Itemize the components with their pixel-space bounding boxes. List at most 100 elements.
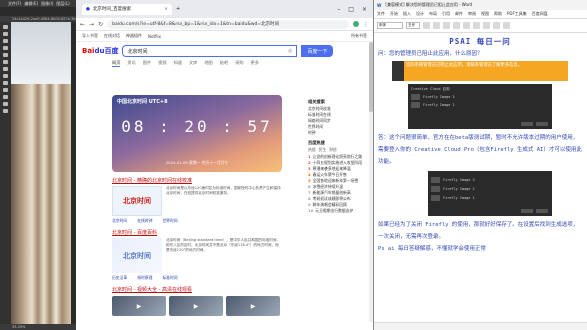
- zoom-tool-icon[interactable]: [3, 109, 8, 113]
- result-thumbnail[interactable]: 北京时间: [112, 186, 162, 216]
- baidu-logo[interactable]: Baidu百度: [82, 46, 118, 56]
- tab-purchase[interactable]: 采购: [235, 60, 243, 67]
- bookmark-item[interactable]: 神器插件: [126, 33, 142, 39]
- browser-window: ● 北京时间_百度搜索 × + – □ × ← → ↻ baidu.com/s?…: [76, 0, 373, 330]
- ribbon-tab[interactable]: 引用: [442, 11, 450, 17]
- hot-tab[interactable]: 热搜: [308, 147, 316, 153]
- menu-icon[interactable]: ⋮: [363, 21, 369, 28]
- result-title[interactable]: 北京时间 - 精确的北京时间在线校准: [112, 177, 282, 184]
- tab-images[interactable]: 图片: [143, 60, 151, 67]
- result-sublink[interactable]: 世界时间: [162, 218, 177, 224]
- marquee-tool-icon[interactable]: [3, 32, 8, 36]
- result-title[interactable]: 北京时间 - 视频大全 - 高清在线观看: [112, 286, 282, 293]
- forward-icon[interactable]: →: [89, 21, 94, 28]
- minimize-icon[interactable]: –: [337, 6, 340, 13]
- ribbon-tab[interactable]: 开始: [390, 11, 398, 17]
- ribbon-tab[interactable]: 帮助: [494, 11, 502, 17]
- ribbon-tab[interactable]: 插入: [403, 11, 411, 17]
- indent-icon[interactable]: [493, 22, 500, 29]
- clone-tool-icon[interactable]: [3, 67, 8, 71]
- clock-date: 2024-01-08 星期一 农历十一月廿七: [165, 160, 229, 165]
- underline-icon[interactable]: [443, 22, 450, 29]
- result-sublink[interactable]: 在线时钟: [137, 218, 152, 224]
- ribbon-tab[interactable]: 设计: [416, 11, 424, 17]
- align-left-icon[interactable]: [463, 22, 470, 29]
- gradient-tool-icon[interactable]: [3, 81, 8, 85]
- italic-icon[interactable]: [433, 22, 440, 29]
- document-body[interactable]: PSAI 每日一问 问：您的管理员已阻止此应用，什么原因？ 您的系统管理员已阻止…: [378, 36, 582, 328]
- ps-menu-item[interactable]: 图像(I): [41, 1, 53, 6]
- hot-item[interactable]: 10 元旦假期出行数据出炉: [308, 208, 370, 214]
- dialog-row: Firefly Image 3: [443, 177, 475, 182]
- ps-menu-item[interactable]: 图层(L): [56, 1, 69, 6]
- all-bookmarks[interactable]: 所有书签: [351, 33, 367, 39]
- ribbon-tab[interactable]: 文件: [377, 11, 385, 17]
- hot-tab[interactable]: 财经: [329, 147, 337, 153]
- result-title[interactable]: 北京时间 - 百度百科: [112, 229, 282, 236]
- bookmark-item[interactable]: Netflix: [148, 34, 161, 39]
- tab-tieba[interactable]: 贴吧: [220, 60, 228, 67]
- ribbon-tab[interactable]: 百度网盘: [532, 11, 548, 17]
- video-thumbnail[interactable]: ▶: [169, 296, 223, 316]
- video-thumbnail[interactable]: ▶: [112, 296, 166, 316]
- tab-zhidao[interactable]: 知道: [174, 60, 182, 67]
- bookmark-item[interactable]: 导入书签: [82, 33, 98, 39]
- font-name-select[interactable]: 宋体: [377, 22, 403, 29]
- eyedropper-tool-icon[interactable]: [3, 53, 8, 57]
- new-tab-icon[interactable]: +: [176, 6, 180, 12]
- eraser-tool-icon[interactable]: [3, 74, 8, 78]
- ps-menu-item[interactable]: 编辑(E): [24, 1, 38, 6]
- ribbon-tab[interactable]: 布局: [429, 11, 437, 17]
- tab-web[interactable]: 网页: [112, 60, 121, 67]
- ribbon-tab[interactable]: 审阅: [468, 11, 476, 17]
- hand-tool-icon[interactable]: [3, 102, 8, 106]
- font-color-icon[interactable]: [453, 22, 460, 29]
- crop-tool-icon[interactable]: [3, 46, 8, 50]
- result-sublink[interactable]: 标准时间: [162, 275, 177, 281]
- result-thumbnail[interactable]: 北京时间: [112, 238, 162, 273]
- word-logo-icon: W: [377, 2, 382, 8]
- bookmarks-bar: 导入书签 在线对话 神器插件 Netflix 所有书签: [76, 31, 373, 42]
- ribbon-tab[interactable]: PDF工具集: [507, 11, 527, 17]
- video-thumbnail[interactable]: ▶: [226, 296, 280, 316]
- hot-tab[interactable]: 民生: [319, 147, 327, 153]
- tab-more[interactable]: 更多: [251, 60, 259, 67]
- bookmark-item[interactable]: 在线对话: [104, 33, 120, 39]
- text-tool-icon[interactable]: [3, 95, 8, 99]
- tab-news[interactable]: 资讯: [127, 60, 135, 67]
- pen-tool-icon[interactable]: [3, 88, 8, 92]
- result-sublink[interactable]: 授时原理: [137, 275, 152, 281]
- side-section-title: 相关搜索: [308, 99, 325, 104]
- lasso-tool-icon[interactable]: [3, 39, 8, 43]
- camera-icon[interactable]: ◎: [288, 48, 292, 54]
- ps-menu-item[interactable]: 文件(F): [8, 1, 21, 6]
- close-window-icon[interactable]: ×: [362, 6, 367, 13]
- result-sublink[interactable]: 北京时间: [112, 218, 127, 224]
- url-field[interactable]: baidu.com/s?ie=utf-8&f=8&rsv_bp=1&rsv_id…: [107, 19, 349, 29]
- style-icon[interactable]: [503, 22, 510, 29]
- close-icon[interactable]: ×: [164, 7, 168, 12]
- tab-videos[interactable]: 视频: [158, 60, 166, 67]
- list-icon[interactable]: [483, 22, 490, 29]
- result-item: 北京时间 - 百度百科 北京时间 北京时间（Beijing standard t…: [112, 229, 282, 281]
- tab-map[interactable]: 地图: [204, 60, 212, 67]
- window-controls: – □ ×: [337, 6, 367, 13]
- search-button[interactable]: 百度一下: [301, 45, 334, 57]
- maximize-icon[interactable]: □: [348, 6, 354, 13]
- extension-icon[interactable]: [353, 21, 359, 27]
- side-link[interactable]: 时钟: [308, 130, 370, 136]
- reload-icon[interactable]: ↻: [98, 21, 103, 28]
- back-icon[interactable]: ←: [80, 21, 85, 28]
- ribbon-tab[interactable]: 视图: [481, 11, 489, 17]
- result-sublink[interactable]: 历史沿革: [112, 275, 127, 281]
- align-center-icon[interactable]: [473, 22, 480, 29]
- font-size-select[interactable]: 五号: [406, 22, 420, 29]
- brush-tool-icon[interactable]: [3, 60, 8, 64]
- move-tool-icon[interactable]: [3, 25, 8, 29]
- ps-canvas-image[interactable]: [11, 22, 71, 324]
- ribbon-tab[interactable]: 邮件: [455, 11, 463, 17]
- browser-tab[interactable]: ● 北京时间_百度搜索 ×: [82, 3, 172, 15]
- tab-wenku[interactable]: 文库: [189, 60, 197, 67]
- search-input[interactable]: 北京时间 ◎: [122, 45, 298, 57]
- bold-icon[interactable]: [423, 22, 430, 29]
